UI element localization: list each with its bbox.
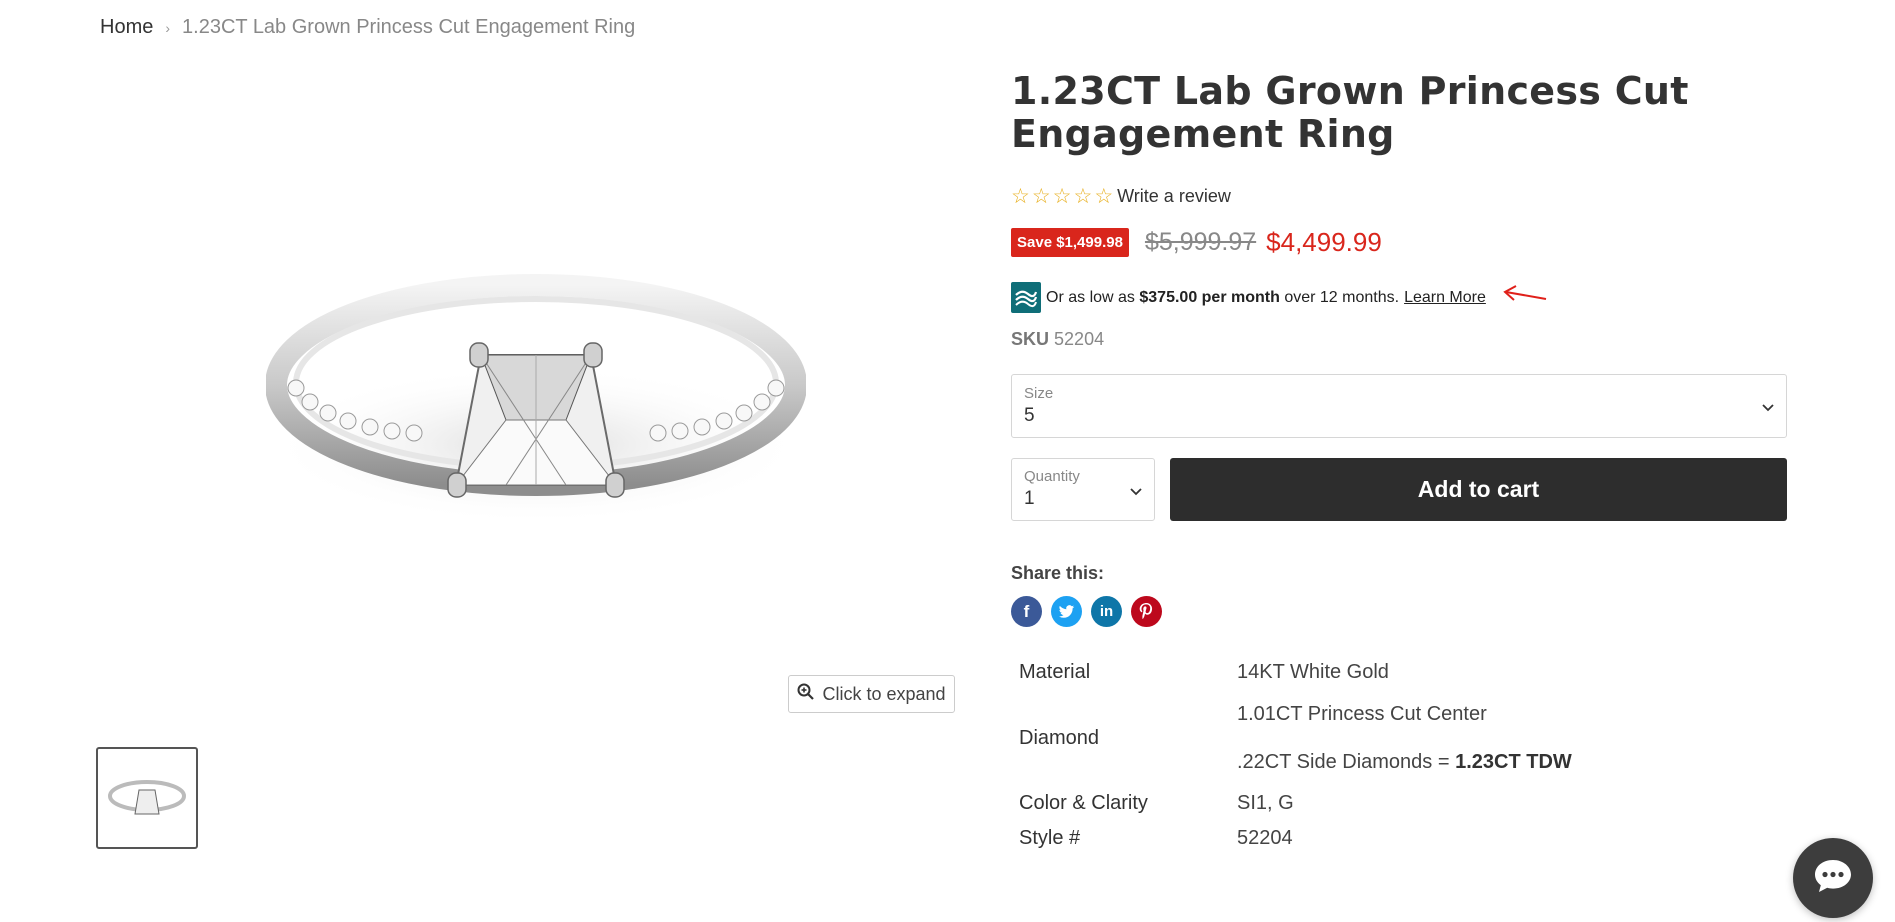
- share-label: Share this:: [1011, 563, 1105, 583]
- financing-row: Or as low as $375.00 per month over 12 m…: [1011, 282, 1787, 313]
- sku-value: 52204: [1054, 329, 1105, 349]
- diamond-line-2-prefix: .22CT Side Diamonds =: [1237, 751, 1450, 773]
- spec-value: 1.01CT Princess Cut Center .22CT Side Di…: [1229, 690, 1787, 786]
- chat-button[interactable]: [1793, 838, 1873, 918]
- learn-more-link[interactable]: Learn More: [1404, 289, 1486, 307]
- spec-key: Style #: [1019, 827, 1081, 849]
- cart-row: Quantity 1 Add to cart: [1011, 458, 1787, 521]
- spec-key: Color & Clarity: [1019, 792, 1148, 814]
- product-main-image[interactable]: [96, 70, 956, 720]
- chat-icon: [1813, 858, 1853, 899]
- star-empty-icon[interactable]: ☆: [1094, 186, 1113, 207]
- chevron-down-icon: [1762, 399, 1774, 417]
- ring-image: [266, 274, 806, 525]
- write-review-link[interactable]: Write a review: [1117, 186, 1231, 207]
- spec-key: Material: [1019, 661, 1091, 683]
- quantity-value: 1: [1024, 488, 1035, 509]
- product-info: 1.23CT Lab Grown Princess Cut Engagement…: [1011, 70, 1787, 856]
- quantity-label: Quantity: [1024, 468, 1080, 485]
- table-row: Color & Clarity SI1, G: [1011, 786, 1787, 821]
- financing-amount: $375.00 per month: [1139, 288, 1280, 306]
- financing-term: over 12 months.: [1284, 288, 1400, 306]
- diamond-line-1: 1.01CT Princess Cut Center: [1237, 703, 1487, 725]
- sale-price: $4,499.99: [1266, 227, 1382, 257]
- size-label: Size: [1024, 385, 1054, 402]
- add-to-cart-button[interactable]: Add to cart: [1170, 458, 1787, 521]
- star-empty-icon[interactable]: ☆: [1011, 186, 1030, 207]
- red-arrow-icon: [1502, 285, 1548, 310]
- save-badge: Save $1,499.98: [1011, 228, 1129, 257]
- table-row: Style # 52204: [1011, 821, 1787, 856]
- star-empty-icon[interactable]: ☆: [1032, 186, 1051, 207]
- breadcrumb-current: 1.23CT Lab Grown Princess Cut Engagement…: [182, 16, 636, 38]
- sku-row: SKU 52204: [1011, 329, 1787, 350]
- sku-label: SKU: [1011, 329, 1050, 349]
- rating-row: ☆ ☆ ☆ ☆ ☆ Write a review: [1011, 186, 1787, 207]
- pinterest-icon[interactable]: [1131, 596, 1162, 627]
- linkedin-icon[interactable]: in: [1091, 596, 1122, 627]
- spec-value: SI1, G: [1237, 792, 1294, 814]
- star-empty-icon[interactable]: ☆: [1053, 186, 1072, 207]
- spec-key: Diamond: [1019, 726, 1100, 749]
- size-select[interactable]: Size 5: [1011, 374, 1787, 438]
- share-icons: f in: [1011, 596, 1787, 627]
- breadcrumb-home-link[interactable]: Home: [100, 16, 153, 39]
- breadcrumb-separator: ›: [165, 19, 171, 36]
- size-value: 5: [1024, 405, 1035, 426]
- table-row: Diamond 1.01CT Princess Cut Center .22CT…: [1011, 690, 1787, 786]
- product-title: 1.23CT Lab Grown Princess Cut Engagement…: [1011, 69, 1689, 156]
- spec-value: 52204: [1237, 827, 1293, 849]
- click-to-expand-button[interactable]: Click to expand: [788, 675, 955, 713]
- product-thumbnail[interactable]: [96, 747, 198, 849]
- star-empty-icon[interactable]: ☆: [1073, 186, 1092, 207]
- zoom-icon: [797, 683, 815, 705]
- facebook-icon[interactable]: f: [1011, 596, 1042, 627]
- quantity-select[interactable]: Quantity 1: [1011, 458, 1155, 521]
- table-row: Material 14KT White Gold: [1011, 655, 1787, 690]
- specs-table: Material 14KT White Gold Diamond 1.01CT …: [1011, 655, 1787, 856]
- breadcrumb: Home › 1.23CT Lab Grown Princess Cut Eng…: [100, 16, 635, 39]
- diamond-line-2: .22CT Side Diamonds = 1.23CT TDW: [1237, 751, 1777, 774]
- chevron-down-icon: [1130, 483, 1142, 501]
- spec-value: 14KT White Gold: [1237, 661, 1389, 683]
- financing-logo-icon: [1011, 282, 1041, 313]
- diamond-total-weight: 1.23CT TDW: [1455, 751, 1572, 773]
- financing-prefix: Or as low as: [1046, 288, 1135, 306]
- ring-thumbnail-image: [108, 780, 186, 815]
- twitter-icon[interactable]: [1051, 596, 1082, 627]
- click-to-expand-label: Click to expand: [822, 683, 946, 704]
- price-row: Save $1,499.98 $5,999.97 $4,499.99: [1011, 227, 1787, 258]
- compare-at-price: $5,999.97: [1144, 228, 1257, 256]
